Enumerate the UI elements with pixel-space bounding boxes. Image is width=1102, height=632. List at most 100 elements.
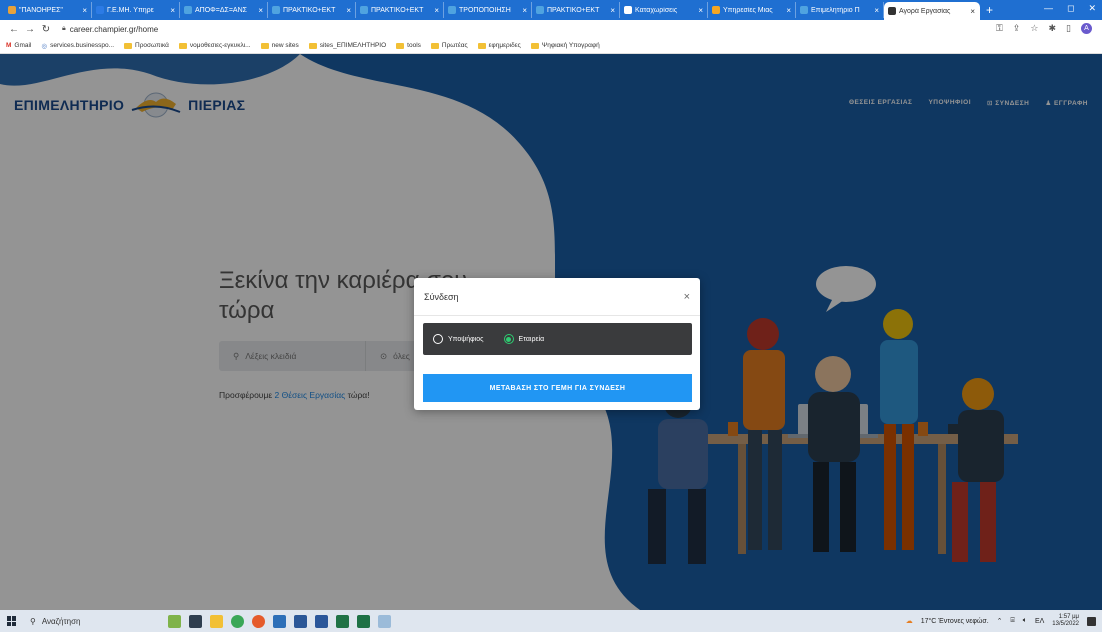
- tab-label: ΠΡΑΚΤΙΚΟ+ΕΚΤ: [547, 6, 600, 14]
- tab-favicon-icon: [800, 6, 808, 14]
- globe-icon: ◎: [41, 42, 48, 50]
- tab-close-icon[interactable]: ×: [610, 6, 615, 15]
- browser-tab[interactable]: ΤΡΟΠΟΠΟΙΗΣΗ ×: [444, 2, 532, 18]
- bookmark-item[interactable]: tools: [396, 42, 421, 49]
- bookmark-label: services.businesspo...: [50, 42, 115, 49]
- taskbar-apps: [168, 614, 391, 628]
- bookmark-item[interactable]: ◎ services.businesspo...: [41, 42, 114, 50]
- tab-close-icon[interactable]: ×: [786, 6, 791, 15]
- tab-label: Γ.Ε.ΜΗ. Υπηρε: [107, 6, 154, 14]
- radio-company-label: Εταιρεία: [518, 335, 545, 343]
- bookmarks-bar: M Gmail ◎ services.businesspo... Προσωπικά νο…: [0, 38, 1102, 54]
- tab-close-icon[interactable]: ×: [970, 7, 975, 16]
- extensions-icon[interactable]: ✱: [1049, 23, 1057, 34]
- bookmark-item[interactable]: Πρωτέας: [430, 42, 468, 49]
- browser-tab[interactable]: Καταχωρίσεις ×: [620, 2, 708, 18]
- start-button[interactable]: [0, 610, 24, 632]
- login-modal: Σύνδεση × Υποψήφιος Εταιρεία ΜΕΤΑΒΑΣΗ ΣΤ…: [414, 278, 700, 410]
- url-text: career.champier.gr/home: [69, 24, 159, 34]
- browser-tab[interactable]: ΠΡΑΚΤΙΚΟ+ΕΚΤ ×: [532, 2, 620, 18]
- browser-tab[interactable]: Επιμελητήριο Π ×: [796, 2, 884, 18]
- radio-candidate[interactable]: Υποψήφιος: [433, 334, 484, 344]
- tab-close-icon[interactable]: ×: [698, 6, 703, 15]
- word-icon[interactable]: [315, 614, 328, 628]
- tab-list: "ΠΑΝΟΗΡΕΣ" × Γ.Ε.ΜΗ. Υπηρε × ΑΠΟΦ=ΔΣ=ΑΝΣ × ΠΡΑ…: [4, 0, 980, 20]
- forward-icon[interactable]: →: [22, 24, 38, 35]
- radio-company-circle[interactable]: [503, 334, 514, 344]
- browser-tab[interactable]: Αγορά Εργασίας ×: [884, 2, 980, 20]
- share-icon[interactable]: ⇪: [1013, 23, 1021, 34]
- file-explorer-icon[interactable]: [210, 614, 223, 628]
- bookmark-item[interactable]: Ψηφιακή Υπογραφή: [530, 42, 600, 49]
- reload-icon[interactable]: ↻: [38, 24, 54, 35]
- excel-icon[interactable]: [336, 614, 349, 628]
- language-indicator[interactable]: ΕΛ: [1035, 618, 1044, 625]
- minimize-icon[interactable]: —: [1044, 3, 1053, 14]
- tab-close-icon[interactable]: ×: [170, 6, 175, 15]
- bookmark-label: new sites: [271, 42, 299, 49]
- clock[interactable]: 1:57 μμ 13/5/2022: [1052, 614, 1079, 628]
- modal-title: Σύνδεση: [424, 291, 459, 302]
- calendar-icon[interactable]: [294, 614, 307, 628]
- close-icon[interactable]: ×: [684, 291, 690, 303]
- notification-icon[interactable]: [1087, 616, 1096, 626]
- close-window-icon[interactable]: ✕: [1088, 3, 1096, 14]
- folder-icon: [308, 42, 317, 49]
- sidebar-icon[interactable]: ▯: [1066, 23, 1071, 34]
- weather-text[interactable]: 17°C Έντονες νεφώσ.: [921, 618, 989, 625]
- browser-tab[interactable]: ΠΡΑΚΤΙΚΟ+ΕΚΤ ×: [356, 2, 444, 18]
- back-icon[interactable]: ←: [6, 24, 22, 35]
- browser-tab[interactable]: "ΠΑΝΟΗΡΕΣ" ×: [4, 2, 92, 18]
- task-view-icon[interactable]: [189, 614, 202, 628]
- network-icon[interactable]: ⌸: [1011, 617, 1015, 625]
- firefox-icon[interactable]: [252, 614, 265, 628]
- tab-favicon-icon: [272, 6, 280, 14]
- tray-overflow-icon[interactable]: ⌃: [997, 617, 1003, 625]
- bookmark-item[interactable]: new sites: [260, 42, 299, 49]
- browser-tab[interactable]: ΑΠΟΦ=ΔΣ=ΑΝΣ ×: [180, 2, 268, 18]
- browser-tab[interactable]: Υπηρεσίες Μιας ×: [708, 2, 796, 18]
- tab-close-icon[interactable]: ×: [258, 6, 263, 15]
- new-tab-button[interactable]: +: [980, 3, 999, 17]
- browser-tab[interactable]: ΠΡΑΚΤΙΚΟ+ΕΚΤ ×: [268, 2, 356, 18]
- bookmark-item[interactable]: M Gmail: [6, 42, 31, 49]
- bookmark-item[interactable]: Προσωπικά: [124, 42, 169, 49]
- tab-close-icon[interactable]: ×: [82, 6, 87, 15]
- tab-label: Επιμελητήριο Π: [811, 6, 860, 14]
- profile-avatar[interactable]: A: [1081, 23, 1092, 34]
- tab-close-icon[interactable]: ×: [522, 6, 527, 15]
- radio-candidate-circle[interactable]: [433, 334, 443, 344]
- maximize-icon[interactable]: ◻: [1067, 3, 1074, 14]
- tab-favicon-icon: [536, 6, 544, 14]
- widgets-icon[interactable]: [168, 614, 181, 628]
- clock-date: 13/5/2022: [1052, 621, 1079, 627]
- windows-logo-icon: [7, 616, 17, 626]
- modal-header: Σύνδεση ×: [414, 278, 700, 316]
- spreadsheet-icon[interactable]: [357, 614, 370, 628]
- folder-icon: [430, 42, 439, 49]
- bookmark-item[interactable]: εφημεριδες: [477, 42, 521, 49]
- tab-favicon-icon: [360, 6, 368, 14]
- gemi-login-button[interactable]: ΜΕΤΑΒΑΣΗ ΣΤΟ ΓΕΜΗ ΓΙΑ ΣΥΝΔΕΣΗ: [423, 374, 692, 402]
- star-icon[interactable]: ☆: [1030, 23, 1038, 34]
- bookmark-item[interactable]: sites_ΕΠΙΜΕΛΗΤΗΡΙΟ: [308, 42, 386, 49]
- taskbar-search[interactable]: ⚲ Αναζήτηση: [24, 610, 154, 632]
- pen-icon[interactable]: [378, 614, 391, 628]
- bookmark-label: εφημεριδες: [488, 42, 521, 49]
- clock-time: 1:57 μμ: [1058, 614, 1079, 620]
- chrome-icon[interactable]: [231, 614, 244, 628]
- url-field[interactable]: 🔒︎ career.champier.gr/home: [62, 25, 158, 34]
- volume-icon[interactable]: 🔈︎: [1023, 617, 1027, 625]
- bookmark-item[interactable]: νομοθεσιες-εγκυκλι...: [178, 42, 251, 49]
- browser-tab[interactable]: Γ.Ε.ΜΗ. Υπηρε ×: [92, 2, 180, 18]
- tab-label: "ΠΑΝΟΗΡΕΣ": [19, 6, 63, 14]
- radio-company[interactable]: Εταιρεία: [503, 334, 545, 344]
- bookmark-label: Gmail: [14, 42, 32, 49]
- outlook-icon[interactable]: [273, 614, 286, 628]
- tab-close-icon[interactable]: ×: [874, 6, 879, 15]
- tab-label: Υπηρεσίες Μιας: [723, 6, 773, 14]
- tab-close-icon[interactable]: ×: [346, 6, 351, 15]
- key-icon[interactable]: ⚿: [996, 23, 1003, 34]
- tab-close-icon[interactable]: ×: [434, 6, 439, 15]
- folder-icon: [124, 42, 133, 49]
